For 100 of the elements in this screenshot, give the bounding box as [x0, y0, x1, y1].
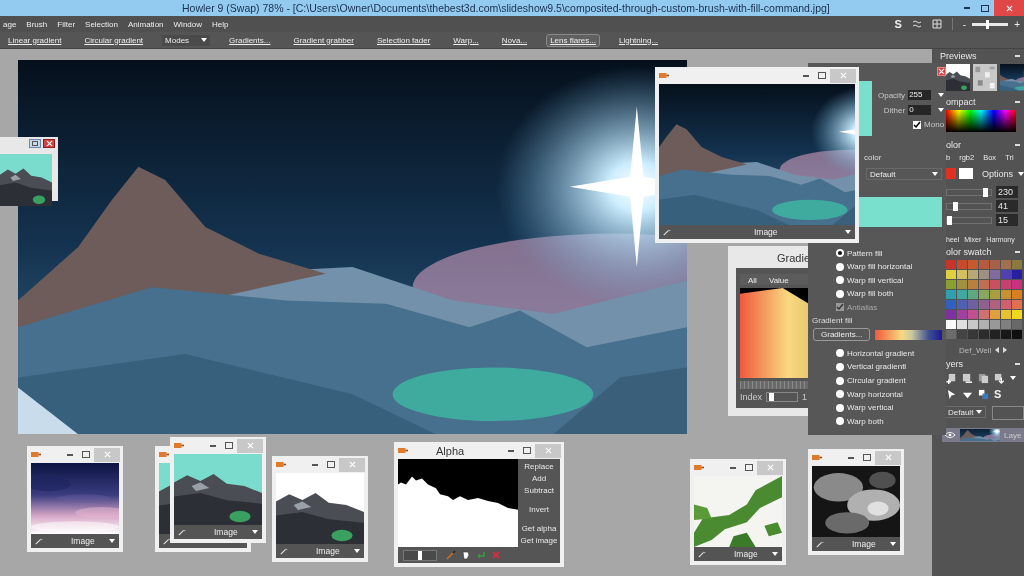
- collapse-icon[interactable]: [1015, 100, 1020, 103]
- opacity-slider[interactable]: [403, 549, 437, 561]
- color-swatch[interactable]: [957, 260, 967, 269]
- panel-header[interactable]: olor: [946, 138, 1024, 151]
- panel-header[interactable]: ompact: [946, 95, 1024, 108]
- channel-value-field[interactable]: 41: [996, 200, 1018, 212]
- image-dropdown[interactable]: Image: [47, 536, 115, 546]
- collapse-icon[interactable]: [1015, 362, 1020, 365]
- next-icon[interactable]: [1003, 347, 1008, 353]
- tool-link[interactable]: Selection fader: [372, 33, 435, 47]
- tool-link[interactable]: Nova...: [497, 33, 532, 47]
- color-swatch[interactable]: [946, 270, 956, 279]
- menu-item[interactable]: Animation: [127, 19, 164, 29]
- color-swatch[interactable]: [990, 260, 1000, 269]
- color-swatch[interactable]: [957, 300, 967, 309]
- zoom-out-button[interactable]: -: [962, 18, 967, 30]
- options-dropdown[interactable]: Options: [981, 168, 1024, 179]
- zoom-slider[interactable]: [972, 22, 1009, 26]
- panel-header[interactable]: olor swatch: [946, 245, 1024, 258]
- action-button[interactable]: Subtract: [524, 486, 554, 495]
- foreground-color[interactable]: [946, 168, 956, 179]
- close-button[interactable]: [937, 67, 946, 76]
- color-swatch[interactable]: [979, 310, 989, 319]
- modes-dropdown[interactable]: Modes: [162, 34, 211, 46]
- color-swatch[interactable]: [1001, 330, 1011, 339]
- tool-link[interactable]: Lightning...: [614, 33, 663, 47]
- color-spectrum[interactable]: [946, 110, 1016, 132]
- checkbox[interactable]: [913, 120, 922, 129]
- background-color[interactable]: [959, 168, 973, 179]
- radio-option[interactable]: Pattern fill: [836, 248, 883, 258]
- color-swatch[interactable]: [1012, 260, 1022, 269]
- radio-option[interactable]: Vertical gradientl: [836, 361, 907, 372]
- color-swatch[interactable]: [946, 280, 956, 289]
- color-swatch[interactable]: [990, 330, 1000, 339]
- channel-slider[interactable]: [946, 188, 992, 196]
- color-swatch[interactable]: [1012, 280, 1022, 289]
- color-swatch[interactable]: [957, 270, 967, 279]
- color-swatch[interactable]: [1001, 280, 1011, 289]
- channel-slider[interactable]: [946, 216, 992, 224]
- color-swatch[interactable]: [979, 260, 989, 269]
- image-dropdown[interactable]: Image: [828, 539, 896, 549]
- image-dropdown[interactable]: Image: [675, 227, 851, 237]
- panel-header[interactable]: yers: [946, 357, 1024, 370]
- color-swatch[interactable]: [946, 300, 956, 309]
- radio-option[interactable]: Horizontal gradient: [836, 348, 915, 359]
- color-swatch[interactable]: [1001, 260, 1011, 269]
- color-swatch[interactable]: [990, 280, 1000, 289]
- zoom-in-button[interactable]: +: [1014, 18, 1020, 30]
- color-bar[interactable]: [859, 197, 942, 227]
- action-button[interactable]: Add: [531, 474, 547, 483]
- color-swatch[interactable]: [968, 310, 978, 319]
- merge-down-icon[interactable]: [994, 372, 1005, 384]
- duplicate-layer-icon[interactable]: [978, 372, 989, 384]
- color-swatch[interactable]: [946, 260, 956, 269]
- index-slider[interactable]: [766, 392, 799, 402]
- color-swatch[interactable]: [1012, 270, 1022, 279]
- menu-item[interactable]: age: [3, 19, 17, 29]
- color-swatch[interactable]: [979, 320, 989, 329]
- hand-icon[interactable]: [461, 550, 471, 560]
- color-swatch[interactable]: [957, 280, 967, 289]
- color-swatch[interactable]: [1001, 320, 1011, 329]
- color-swatch[interactable]: [946, 310, 956, 319]
- color-swatch[interactable]: [990, 300, 1000, 309]
- radio-option[interactable]: Warp both: [836, 416, 884, 427]
- brush-icon[interactable]: [446, 550, 456, 560]
- color-swatch[interactable]: [1001, 290, 1011, 299]
- color-swatch[interactable]: [946, 330, 956, 339]
- undo-arrow-icon[interactable]: [476, 550, 486, 560]
- tool-link[interactable]: Gradients...: [225, 33, 275, 47]
- color-swatch[interactable]: [1012, 320, 1022, 329]
- action-button[interactable]: Get alpha: [521, 524, 557, 533]
- style-dropdown[interactable]: Default: [866, 168, 942, 180]
- channel-value-field[interactable]: 15: [996, 214, 1018, 226]
- color-swatch[interactable]: [990, 310, 1000, 319]
- color-swatch[interactable]: [1001, 270, 1011, 279]
- menu-item[interactable]: Help: [212, 19, 229, 29]
- color-swatch[interactable]: [968, 260, 978, 269]
- color-swatch[interactable]: [990, 290, 1000, 299]
- color-swatch[interactable]: [1012, 300, 1022, 309]
- eye-icon[interactable]: [944, 431, 956, 439]
- panel-header[interactable]: Previews: [940, 49, 1024, 62]
- color-swatch[interactable]: [968, 300, 978, 309]
- radio-option[interactable]: Warp horizontal: [836, 389, 903, 400]
- tool-link[interactable]: Gradient grabber: [289, 33, 358, 47]
- menu-item[interactable]: Window: [173, 19, 202, 29]
- opacity-field[interactable]: 255: [908, 90, 932, 100]
- color-swatch[interactable]: [957, 320, 967, 329]
- collapse-icon[interactable]: [1015, 54, 1020, 57]
- color-swatch[interactable]: [1012, 290, 1022, 299]
- color-swatch[interactable]: [957, 330, 967, 339]
- color-swatch[interactable]: [968, 330, 978, 339]
- menu-item[interactable]: Selection: [85, 19, 118, 29]
- color-swatch[interactable]: [968, 270, 978, 279]
- color-swatch[interactable]: [1012, 310, 1022, 319]
- s-tool[interactable]: S: [894, 18, 902, 30]
- tab[interactable]: Value: [768, 276, 789, 285]
- action-button[interactable]: Replace: [524, 462, 554, 471]
- image-dropdown[interactable]: Image: [190, 527, 258, 537]
- menu-item[interactable]: Brush: [26, 19, 48, 29]
- delete-layer-icon[interactable]: [962, 372, 973, 384]
